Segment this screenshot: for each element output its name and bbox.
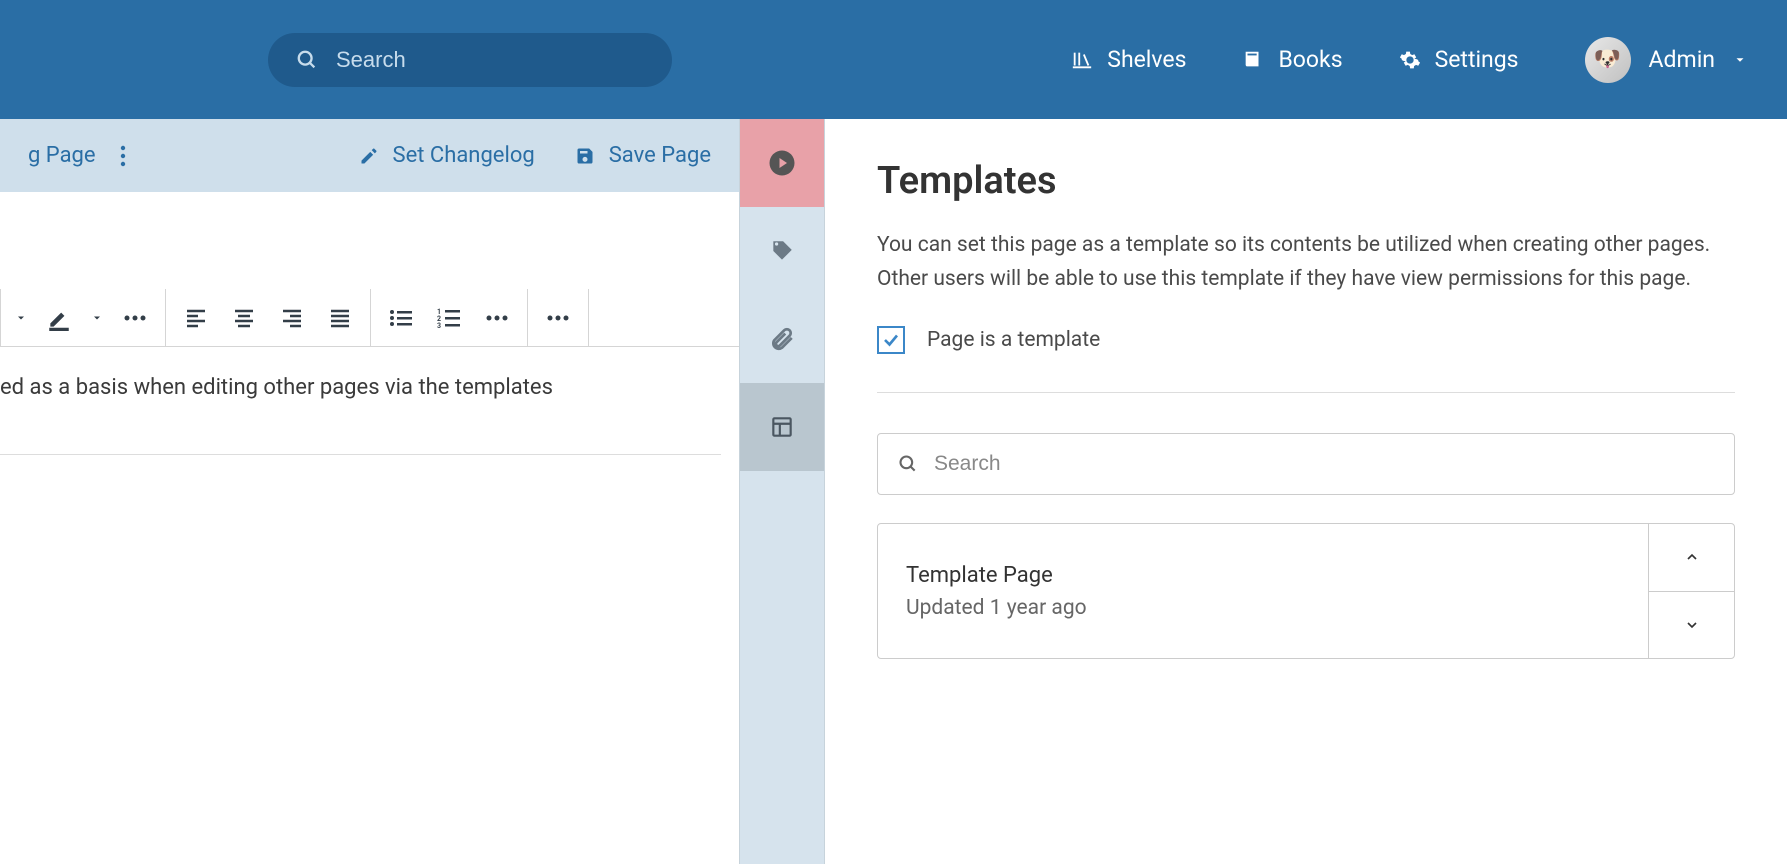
chevron-down-icon [1733,53,1747,67]
search-icon [898,454,918,474]
nav-shelves-label: Shelves [1107,46,1186,73]
editor-body[interactable]: ed as a basis when editing other pages v… [0,347,739,455]
global-search[interactable] [268,33,672,87]
panel-divider [877,392,1735,393]
editor-toolbar: 123 [0,289,739,347]
align-justify-button[interactable] [316,289,364,346]
template-card-main[interactable]: Template Page Updated 1 year ago [878,524,1648,658]
svg-text:3: 3 [437,322,441,330]
chevron-up-icon [1684,549,1700,565]
dropdown-arrow[interactable] [7,289,35,346]
global-search-wrap [268,33,672,87]
highlight-dropdown[interactable] [83,289,111,346]
more-format-button[interactable] [111,289,159,346]
nav-books-label: Books [1278,46,1342,73]
numbered-list-button[interactable]: 123 [425,289,473,346]
user-menu[interactable]: Admin [1585,37,1747,83]
nav-shelves[interactable]: Shelves [1071,46,1186,73]
template-card[interactable]: Template Page Updated 1 year ago [877,523,1735,659]
side-tab-templates[interactable] [740,383,824,471]
panel-title: Templates [877,159,1735,203]
avatar [1585,37,1631,83]
nav-settings-label: Settings [1435,46,1519,73]
book-icon [1242,49,1264,71]
gear-icon [1399,49,1421,71]
chevron-down-icon [1684,617,1700,633]
header-nav: Shelves Books Settings Admin [1071,37,1747,83]
editor-column: g Page Set Changelog Save Page [0,119,739,864]
more-vert-icon[interactable] [120,145,126,167]
content-row: g Page Set Changelog Save Page [0,119,1787,864]
bullet-list-button[interactable] [377,289,425,346]
align-center-button[interactable] [220,289,268,346]
save-icon [575,146,595,166]
page-is-template-checkbox[interactable] [877,326,905,354]
template-move-up[interactable] [1649,524,1734,592]
editor-action-bar: g Page Set Changelog Save Page [0,119,739,192]
template-search[interactable] [877,433,1735,495]
panel-description: You can set this page as a template so i… [877,229,1735,296]
global-search-input[interactable] [336,47,644,73]
align-right-button[interactable] [268,289,316,346]
pencil-icon [359,146,379,166]
side-tab-tags[interactable] [740,207,824,295]
page-is-template-label: Page is a template [927,328,1100,352]
templates-panel: Templates You can set this page as a tem… [825,119,1787,864]
side-tab-attachments[interactable] [740,295,824,383]
template-updated: Updated 1 year ago [906,596,1620,620]
save-page-button[interactable]: Save Page [575,143,711,168]
more-tools-button[interactable] [534,289,582,346]
template-arrows [1648,524,1734,658]
page-is-template-row: Page is a template [877,326,1735,354]
nav-books[interactable]: Books [1242,46,1342,73]
side-tabs [739,119,825,864]
template-move-down[interactable] [1649,592,1734,659]
paperclip-icon [769,326,795,352]
align-left-button[interactable] [172,289,220,346]
templates-icon [769,414,795,440]
app-header: Shelves Books Settings Admin [0,0,1787,119]
editor-content-text: ed as a basis when editing other pages v… [0,375,721,455]
tag-icon [769,238,795,264]
set-changelog-button[interactable]: Set Changelog [359,143,535,168]
more-list-button[interactable] [473,289,521,346]
shelves-icon [1071,49,1093,71]
save-page-label: Save Page [609,143,711,168]
nav-settings[interactable]: Settings [1399,46,1519,73]
search-icon [296,49,318,71]
side-tab-play[interactable] [740,119,824,207]
template-search-input[interactable] [934,452,1714,476]
page-title-fragment: g Page [28,143,96,168]
user-name: Admin [1649,46,1715,73]
set-changelog-label: Set Changelog [393,143,535,168]
template-name: Template Page [906,563,1620,588]
highlight-button[interactable] [35,289,83,346]
